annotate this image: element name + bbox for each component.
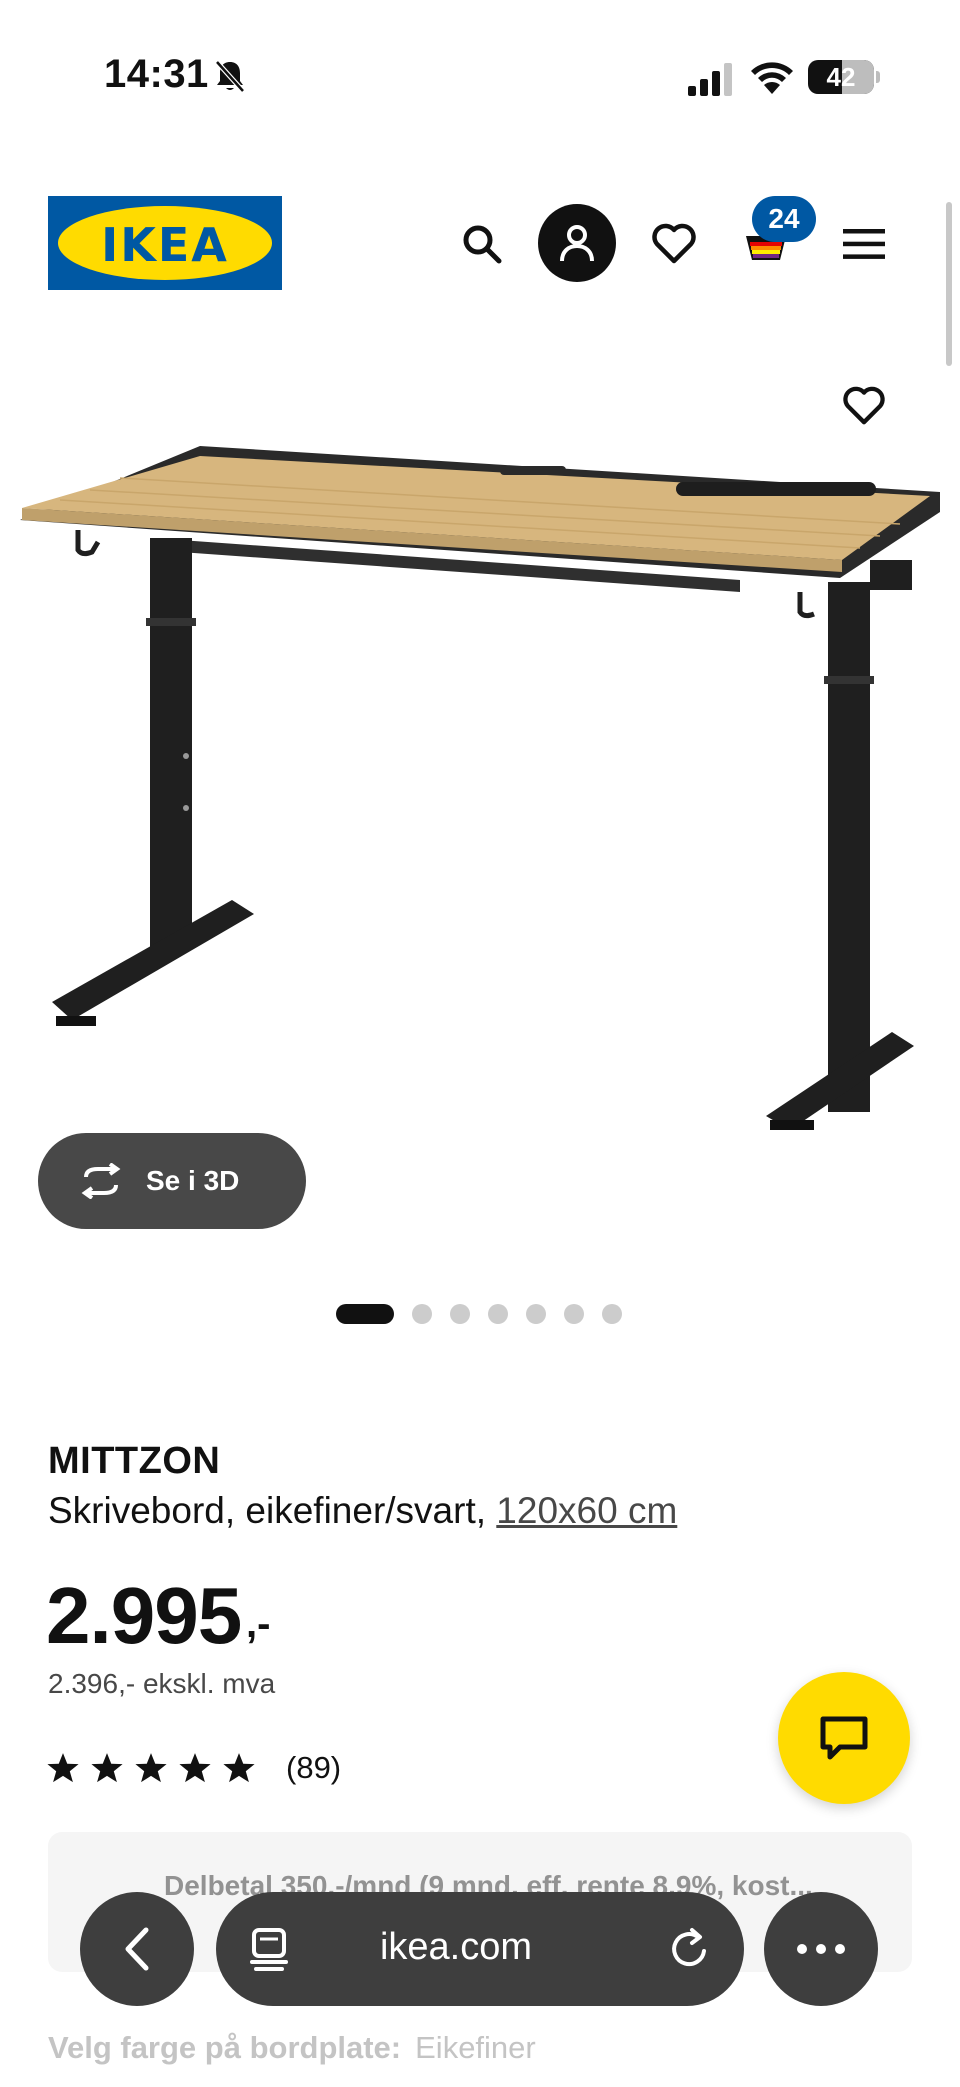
pagination-dot[interactable] — [412, 1304, 432, 1324]
bell-muted-icon — [215, 60, 245, 93]
product-rating[interactable]: (89) — [46, 1748, 341, 1788]
product-price: 2.995 — [46, 1571, 242, 1660]
reload-icon[interactable] — [666, 1926, 712, 1972]
price-excl-vat: 2.396,- ekskl. mva — [48, 1668, 276, 1699]
review-count: (89) — [286, 1750, 342, 1785]
rotate-3d-icon — [81, 1163, 121, 1199]
wifi-icon — [751, 62, 793, 94]
star-icon — [223, 1753, 255, 1783]
favourites-button[interactable] — [636, 206, 712, 282]
more-dots-icon — [797, 1944, 845, 1954]
ikea-logo[interactable]: IKEA — [48, 196, 282, 290]
star-icon — [179, 1753, 211, 1783]
heart-icon — [652, 223, 696, 264]
chat-bubble-icon — [820, 1716, 868, 1760]
product-description: Skrivebord, eikefiner/svart, 120x60 cm — [48, 1490, 677, 1532]
price-suffix: ,- — [246, 1602, 271, 1646]
search-button[interactable] — [444, 206, 520, 282]
view-3d-button[interactable]: Se i 3D — [38, 1133, 306, 1229]
browser-address-bar[interactable]: ikea.com — [216, 1892, 744, 2006]
heart-icon — [843, 386, 885, 425]
status-time: 14:31 — [104, 52, 209, 96]
product-image-gallery[interactable]: Se i 3D — [0, 330, 960, 1229]
view-3d-label: Se i 3D — [146, 1165, 240, 1196]
status-bar: 14:31 42 — [0, 0, 960, 150]
pagination-dot[interactable] — [336, 1304, 394, 1324]
product-size-link[interactable]: 120x60 cm — [496, 1490, 677, 1531]
pagination-dot[interactable] — [526, 1304, 546, 1324]
site-header: IKEA — [0, 150, 960, 330]
search-icon — [463, 225, 502, 264]
battery-icon: 42 — [808, 60, 880, 94]
hamburger-menu-icon — [843, 229, 885, 259]
account-button[interactable] — [538, 204, 616, 282]
color-option-label: Velg farge på bordplate: — [48, 2030, 402, 2065]
product-description-text: Skrivebord, eikefiner/svart, — [48, 1490, 497, 1531]
pagination-dot[interactable] — [488, 1304, 508, 1324]
tabs-icon — [250, 1928, 288, 1971]
image-favourite-button[interactable] — [834, 376, 894, 436]
pagination-dot[interactable] — [564, 1304, 584, 1324]
logo-text: IKEA — [101, 218, 229, 272]
battery-level: 42 — [826, 62, 856, 92]
star-icon — [135, 1753, 167, 1783]
product-name: MITTZON — [48, 1440, 221, 1482]
gallery-pagination — [0, 1302, 960, 1326]
cart-count-badge: 24 — [752, 196, 816, 242]
browser-more-button[interactable] — [764, 1892, 878, 2006]
desk-product-image — [20, 446, 940, 1130]
chevron-left-icon — [125, 1927, 149, 1971]
color-option-value: Eikefiner — [415, 2030, 536, 2065]
star-icon — [91, 1753, 123, 1783]
star-icon — [47, 1753, 79, 1783]
browser-back-button[interactable] — [80, 1892, 194, 2006]
browser-url: ikea.com — [379, 1926, 533, 1968]
pagination-dot[interactable] — [602, 1304, 622, 1324]
chat-button[interactable] — [778, 1672, 910, 1804]
pagination-dot[interactable] — [450, 1304, 470, 1324]
menu-button[interactable] — [826, 206, 902, 282]
color-option-row[interactable]: Velg farge på bordplate: Eikefiner — [48, 2030, 536, 2066]
signal-icon — [688, 63, 732, 96]
user-icon — [560, 225, 594, 262]
